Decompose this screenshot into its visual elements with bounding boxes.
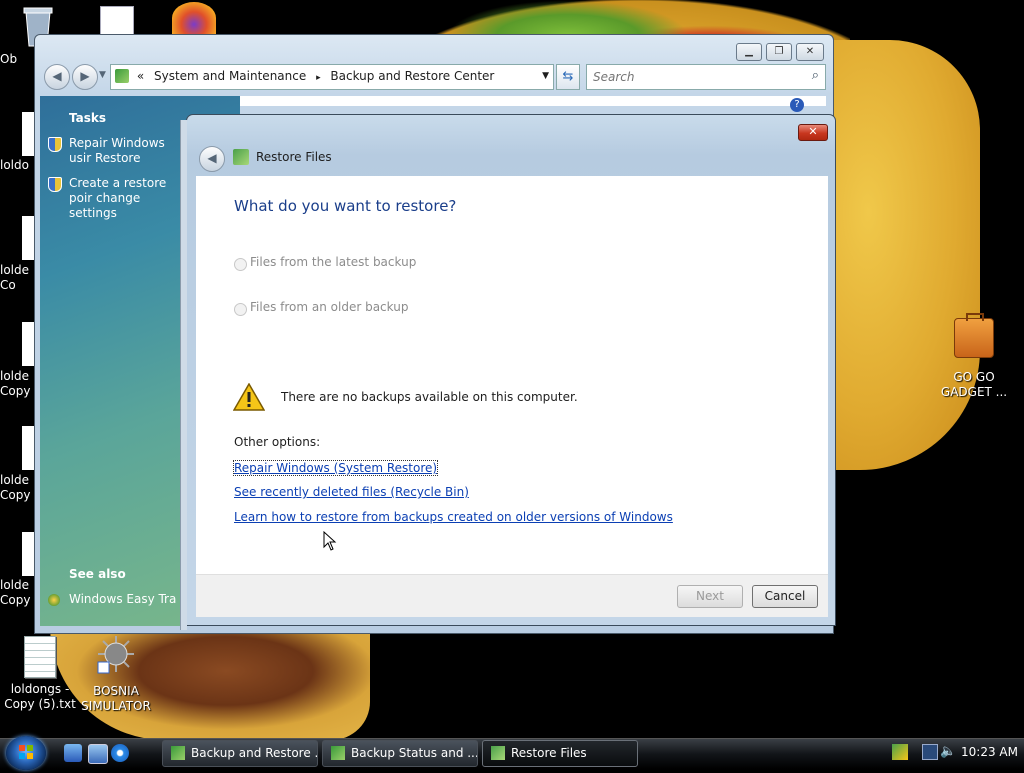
radio-older-backup[interactable] — [234, 303, 247, 316]
other-options-label: Other options: — [234, 435, 321, 449]
text-file-icon — [24, 636, 56, 678]
no-backups-message: There are no backups available on this c… — [281, 390, 578, 404]
spiked-mine-icon — [96, 634, 136, 674]
desktop-icon-bosnia[interactable]: BOSNIA SIMULATOR — [76, 634, 156, 714]
option-older-backup-label[interactable]: Files from an older backup — [250, 300, 408, 314]
taskbar-button-restore-files[interactable]: Restore Files — [482, 740, 638, 767]
search-input[interactable] — [591, 66, 795, 88]
search-icon[interactable]: ⌕ — [812, 68, 819, 83]
desktop-icon-label[interactable]: lolde Copy — [0, 578, 34, 608]
show-desktop-icon[interactable] — [64, 744, 82, 762]
uac-shield-icon — [48, 137, 62, 152]
radio-latest-backup[interactable] — [234, 258, 247, 271]
clock[interactable]: 10:23 AM — [961, 745, 1018, 759]
search-box[interactable]: ⌕ — [586, 64, 826, 90]
internet-explorer-icon[interactable] — [111, 744, 129, 762]
desktop-icon-gogo-gadget[interactable]: GO GO GADGET ... — [934, 313, 1014, 400]
desktop-icon-label: BOSNIA SIMULATOR — [81, 684, 151, 713]
easy-transfer-icon — [48, 594, 60, 606]
address-dropdown-icon[interactable]: ▼ — [542, 65, 549, 88]
address-bar[interactable]: « System and Maintenance ▸ Backup and Re… — [110, 64, 554, 90]
desktop-icon-label[interactable]: lolde Co — [0, 263, 34, 293]
briefcase-icon — [954, 313, 994, 358]
dialog-close-button[interactable]: ✕ — [798, 124, 828, 141]
switch-windows-icon[interactable] — [88, 744, 108, 764]
restore-files-icon — [491, 746, 505, 760]
cancel-button[interactable]: Cancel — [752, 585, 818, 608]
breadcrumb-separator[interactable]: ▸ — [316, 73, 321, 83]
tray-backup-icon[interactable] — [892, 744, 908, 760]
wallpaper-taco-right — [820, 40, 980, 470]
desktop-icon-label[interactable]: loldo — [0, 158, 38, 173]
help-icon[interactable]: ? — [790, 98, 804, 112]
mouse-cursor-icon — [323, 530, 337, 554]
see-also-heading: See also — [69, 567, 126, 581]
start-button[interactable] — [6, 736, 46, 770]
taskbar-button-label: Backup and Restore ... — [191, 746, 318, 760]
dialog-heading: What do you want to restore? — [234, 197, 457, 215]
breadcrumb-backup-restore-center[interactable]: Backup and Restore Center — [330, 69, 494, 83]
back-button[interactable]: ◀ — [44, 64, 70, 90]
tasks-heading: Tasks — [69, 111, 107, 125]
restore-files-icon — [233, 149, 249, 165]
see-also-easy-transfer[interactable]: Windows Easy Trans — [69, 592, 177, 607]
next-button[interactable]: Next — [677, 585, 743, 608]
recent-pages-dropdown[interactable]: ▼ — [99, 70, 106, 80]
option-latest-backup-label[interactable]: Files from the latest backup — [250, 255, 416, 269]
desktop-icon-label[interactable]: Ob — [0, 52, 38, 67]
backup-center-icon — [171, 746, 185, 760]
breadcrumb-system-maintenance[interactable]: System and Maintenance — [154, 69, 306, 83]
dialog-back-button[interactable]: ◀ — [199, 146, 225, 172]
uac-shield-icon — [48, 177, 62, 192]
desktop-icon-label: GO GO GADGET ... — [940, 370, 1008, 399]
desktop-icon-loldongs[interactable]: loldongs - Copy (5).txt — [0, 636, 80, 712]
firefox-icon[interactable] — [172, 2, 216, 34]
minimize-button[interactable]: ▁ — [736, 43, 762, 61]
forward-button[interactable]: ▶ — [72, 64, 98, 90]
taskbar-button-label: Backup Status and ... — [351, 746, 478, 760]
taskbar-button-backup-status[interactable]: Backup Status and ... — [322, 740, 478, 767]
document-icon[interactable] — [100, 6, 134, 36]
window-close-button[interactable]: ✕ — [796, 43, 824, 61]
dialog-shadow-frame — [180, 120, 187, 630]
link-recycle-bin[interactable]: See recently deleted files (Recycle Bin) — [234, 485, 469, 499]
desktop-icon-label[interactable]: lolde Copy — [0, 369, 34, 399]
windows-logo-icon — [19, 745, 33, 759]
explorer-content-strip — [240, 96, 826, 106]
breadcrumb-prefix[interactable]: « — [137, 69, 144, 83]
desktop-icon-label: loldongs - Copy (5).txt — [4, 682, 76, 711]
task-create-restore-point[interactable]: Create a restore poir change settings — [69, 176, 177, 221]
maximize-button[interactable]: ❐ — [766, 43, 792, 61]
desktop-icon-label[interactable]: lolde Copy — [0, 473, 34, 503]
volume-icon[interactable]: 🔈 — [940, 744, 956, 759]
backup-center-icon — [115, 69, 129, 83]
task-repair-windows[interactable]: Repair Windows usir Restore — [69, 136, 177, 166]
link-older-backups-help[interactable]: Learn how to restore from backups create… — [234, 510, 673, 524]
network-icon[interactable] — [922, 744, 938, 760]
link-system-restore[interactable]: Repair Windows (System Restore) — [232, 460, 439, 476]
taskbar-button-backup-restore[interactable]: Backup and Restore ... — [162, 740, 318, 767]
backup-status-icon — [331, 746, 345, 760]
refresh-button[interactable]: ⇆ — [556, 64, 580, 90]
warning-icon — [232, 382, 266, 414]
taskbar-button-label: Restore Files — [511, 746, 587, 760]
dialog-title: Restore Files — [256, 150, 332, 164]
